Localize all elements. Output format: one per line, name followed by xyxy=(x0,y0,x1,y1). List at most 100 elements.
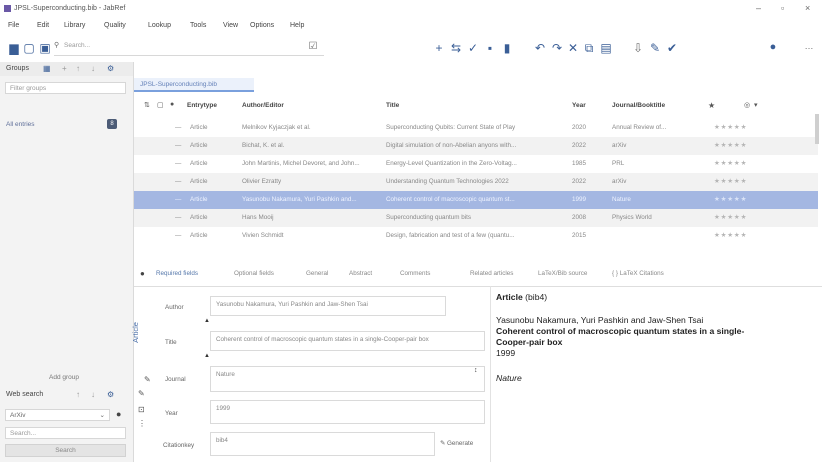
citationkey-field[interactable]: bib4 xyxy=(210,432,435,456)
more-options-icon[interactable]: … xyxy=(802,41,816,51)
menu-edit[interactable]: Edit xyxy=(37,22,49,29)
menu-options[interactable]: Options xyxy=(250,22,274,29)
journal-field[interactable]: Nature xyxy=(210,366,485,392)
tab-optional-fields[interactable]: Optional fields xyxy=(234,270,274,277)
preview-type: Article xyxy=(496,292,523,302)
tools-icon[interactable]: ✎ xyxy=(648,41,662,55)
groups-add-icon[interactable]: + xyxy=(62,64,67,73)
printed-icon[interactable]: ▾ xyxy=(754,101,758,109)
cell-rank: ★★★★★ xyxy=(714,232,748,239)
table-row[interactable]: — Article Vivien Schmidt Design, fabricatio… xyxy=(134,227,818,245)
cleanup-icon[interactable]: ▪ xyxy=(483,41,497,55)
cell-file-indicator: — xyxy=(175,142,182,149)
new-library-icon[interactable]: ▆ xyxy=(7,41,21,55)
paste-icon[interactable]: ▤ xyxy=(599,41,613,55)
web-search-header: Web search ↑ ↓ ⚙ xyxy=(0,388,133,402)
cell-type: Article xyxy=(190,142,208,149)
menu-library[interactable]: Library xyxy=(64,22,85,29)
tab-comments[interactable]: Comments xyxy=(400,270,430,277)
add-entry-icon[interactable]: + xyxy=(432,41,446,55)
web-search-source-select[interactable]: ArXiv ⌄ xyxy=(5,409,110,421)
search-preferences-icon[interactable]: ☑ xyxy=(306,41,320,52)
table-row[interactable]: — Article Yasunobu Nakamura, Yuri Pashkin … xyxy=(134,191,818,209)
edit-tool-icon[interactable]: ✎ xyxy=(138,389,145,398)
rank-column-icon[interactable]: ★ xyxy=(708,101,715,110)
mark-icon[interactable]: ✔ xyxy=(665,41,679,55)
sort-icon[interactable]: ⇅ xyxy=(144,101,150,109)
edit-pen-icon[interactable]: ✎ xyxy=(144,375,151,384)
read-status-icon[interactable]: ◎ xyxy=(744,101,750,109)
groups-settings-icon[interactable]: ⚙ xyxy=(107,64,114,73)
tab-general[interactable]: General xyxy=(306,270,328,277)
groups-header: Groups ▦ + ↑ ↓ ⚙ xyxy=(0,62,133,76)
groups-up-icon[interactable]: ↑ xyxy=(76,64,80,73)
cell-year: 2015 xyxy=(572,232,587,239)
copy-icon[interactable]: ⧉ xyxy=(582,41,596,56)
minimize-button[interactable]: – xyxy=(756,3,761,13)
tab-latex-citations[interactable]: { } LaTeX Citations xyxy=(612,270,664,277)
menu-view[interactable]: View xyxy=(223,22,238,29)
tab-abstract[interactable]: Abstract xyxy=(349,270,372,277)
help-icon[interactable]: ⋮ xyxy=(138,419,146,428)
check-icon[interactable]: ✓ xyxy=(466,41,480,55)
table-row[interactable]: — Article Bichat, K. et al. Digital simulat… xyxy=(134,137,818,155)
col-entrytype[interactable]: Entrytype xyxy=(187,102,217,109)
cell-author: John Martinis, Michel Devoret, and John.… xyxy=(242,160,360,167)
tab-required-fields[interactable]: Required fields xyxy=(156,270,198,277)
jabref-web-icon[interactable]: ● xyxy=(766,41,780,53)
new-entry-from-id-icon[interactable]: ⇆ xyxy=(449,41,463,55)
menu-tools[interactable]: Tools xyxy=(190,22,206,29)
global-search-box[interactable]: ⚲ Search... xyxy=(54,41,324,56)
web-search-down-icon[interactable]: ↓ xyxy=(91,390,95,399)
menu-file[interactable]: File xyxy=(8,22,19,29)
info-icon[interactable]: ⊡ xyxy=(138,405,145,414)
undo-icon[interactable]: ↶ xyxy=(533,41,547,55)
redo-icon[interactable]: ↷ xyxy=(550,41,564,55)
col-year[interactable]: Year xyxy=(572,102,586,109)
author-field[interactable]: Yasunobu Nakamura, Yuri Pashkin and Jaw-… xyxy=(210,296,446,316)
web-search-settings-icon[interactable]: ⚙ xyxy=(107,390,114,399)
menu-lookup[interactable]: Lookup xyxy=(148,22,171,29)
table-scrollbar[interactable] xyxy=(815,114,819,144)
table-row[interactable]: — Article John Martinis, Michel Devoret, a… xyxy=(134,155,818,173)
web-search-query-input[interactable]: Search... xyxy=(5,427,126,439)
tab-related-articles[interactable]: Related articles xyxy=(470,270,513,277)
group-all-entries[interactable]: All entries 8 xyxy=(0,117,133,132)
preview-year: 1999 xyxy=(496,348,516,358)
year-field[interactable]: 1999 xyxy=(210,400,485,424)
cut-icon[interactable]: ✕ xyxy=(566,41,580,55)
save-library-icon[interactable]: ▣ xyxy=(38,41,52,55)
library-tab[interactable]: JPSL-Superconducting.bib xyxy=(134,78,254,92)
close-editor-icon[interactable]: ● xyxy=(140,269,145,278)
group-filter-input[interactable]: Filter groups xyxy=(5,82,126,94)
web-search-help-icon[interactable]: ● xyxy=(116,409,121,419)
add-group-button[interactable]: Add group xyxy=(49,374,79,381)
web-search-button[interactable]: Search xyxy=(5,444,126,457)
maximize-button[interactable]: ▫ xyxy=(781,3,784,13)
link-column-icon[interactable]: ● xyxy=(170,101,174,108)
app-icon xyxy=(4,5,11,12)
groups-expand-icon[interactable]: ▦ xyxy=(43,64,51,73)
tab-latex-bib-source[interactable]: LaTeX/Bib source xyxy=(538,270,587,277)
close-button[interactable]: × xyxy=(805,3,810,13)
journal-abbreviation-icon[interactable]: ↕ xyxy=(474,367,478,374)
col-author[interactable]: Author/Editor xyxy=(242,102,284,109)
menu-quality[interactable]: Quality xyxy=(104,22,126,29)
menu-help[interactable]: Help xyxy=(290,22,304,29)
col-title[interactable]: Title xyxy=(386,102,399,109)
open-library-icon[interactable]: ▢ xyxy=(22,41,36,55)
table-row[interactable]: — Article Melnikov Kyjaczjak et al. Superco… xyxy=(134,119,818,137)
pull-icon[interactable]: ⇩ xyxy=(631,41,645,55)
groups-down-icon[interactable]: ↓ xyxy=(91,64,95,73)
table-row[interactable]: — Article Olivier Ezratty Understanding Qua… xyxy=(134,173,818,191)
web-search-up-icon[interactable]: ↑ xyxy=(76,390,80,399)
search-input[interactable]: Search... xyxy=(64,42,90,49)
field-expand-icon[interactable]: ▲ xyxy=(204,353,210,359)
title-field[interactable]: Coherent control of macroscopic quantum … xyxy=(210,331,485,351)
file-column-icon[interactable]: ▢ xyxy=(157,101,164,109)
col-journal[interactable]: Journal/Booktitle xyxy=(612,102,665,109)
table-row[interactable]: — Article Hans Mooij Superconducting quantu… xyxy=(134,209,818,227)
generate-key-button[interactable]: ✎ Generate xyxy=(440,434,485,454)
pdf-icon[interactable]: ▮ xyxy=(500,41,514,55)
field-expand-icon[interactable]: ▲ xyxy=(204,318,210,324)
